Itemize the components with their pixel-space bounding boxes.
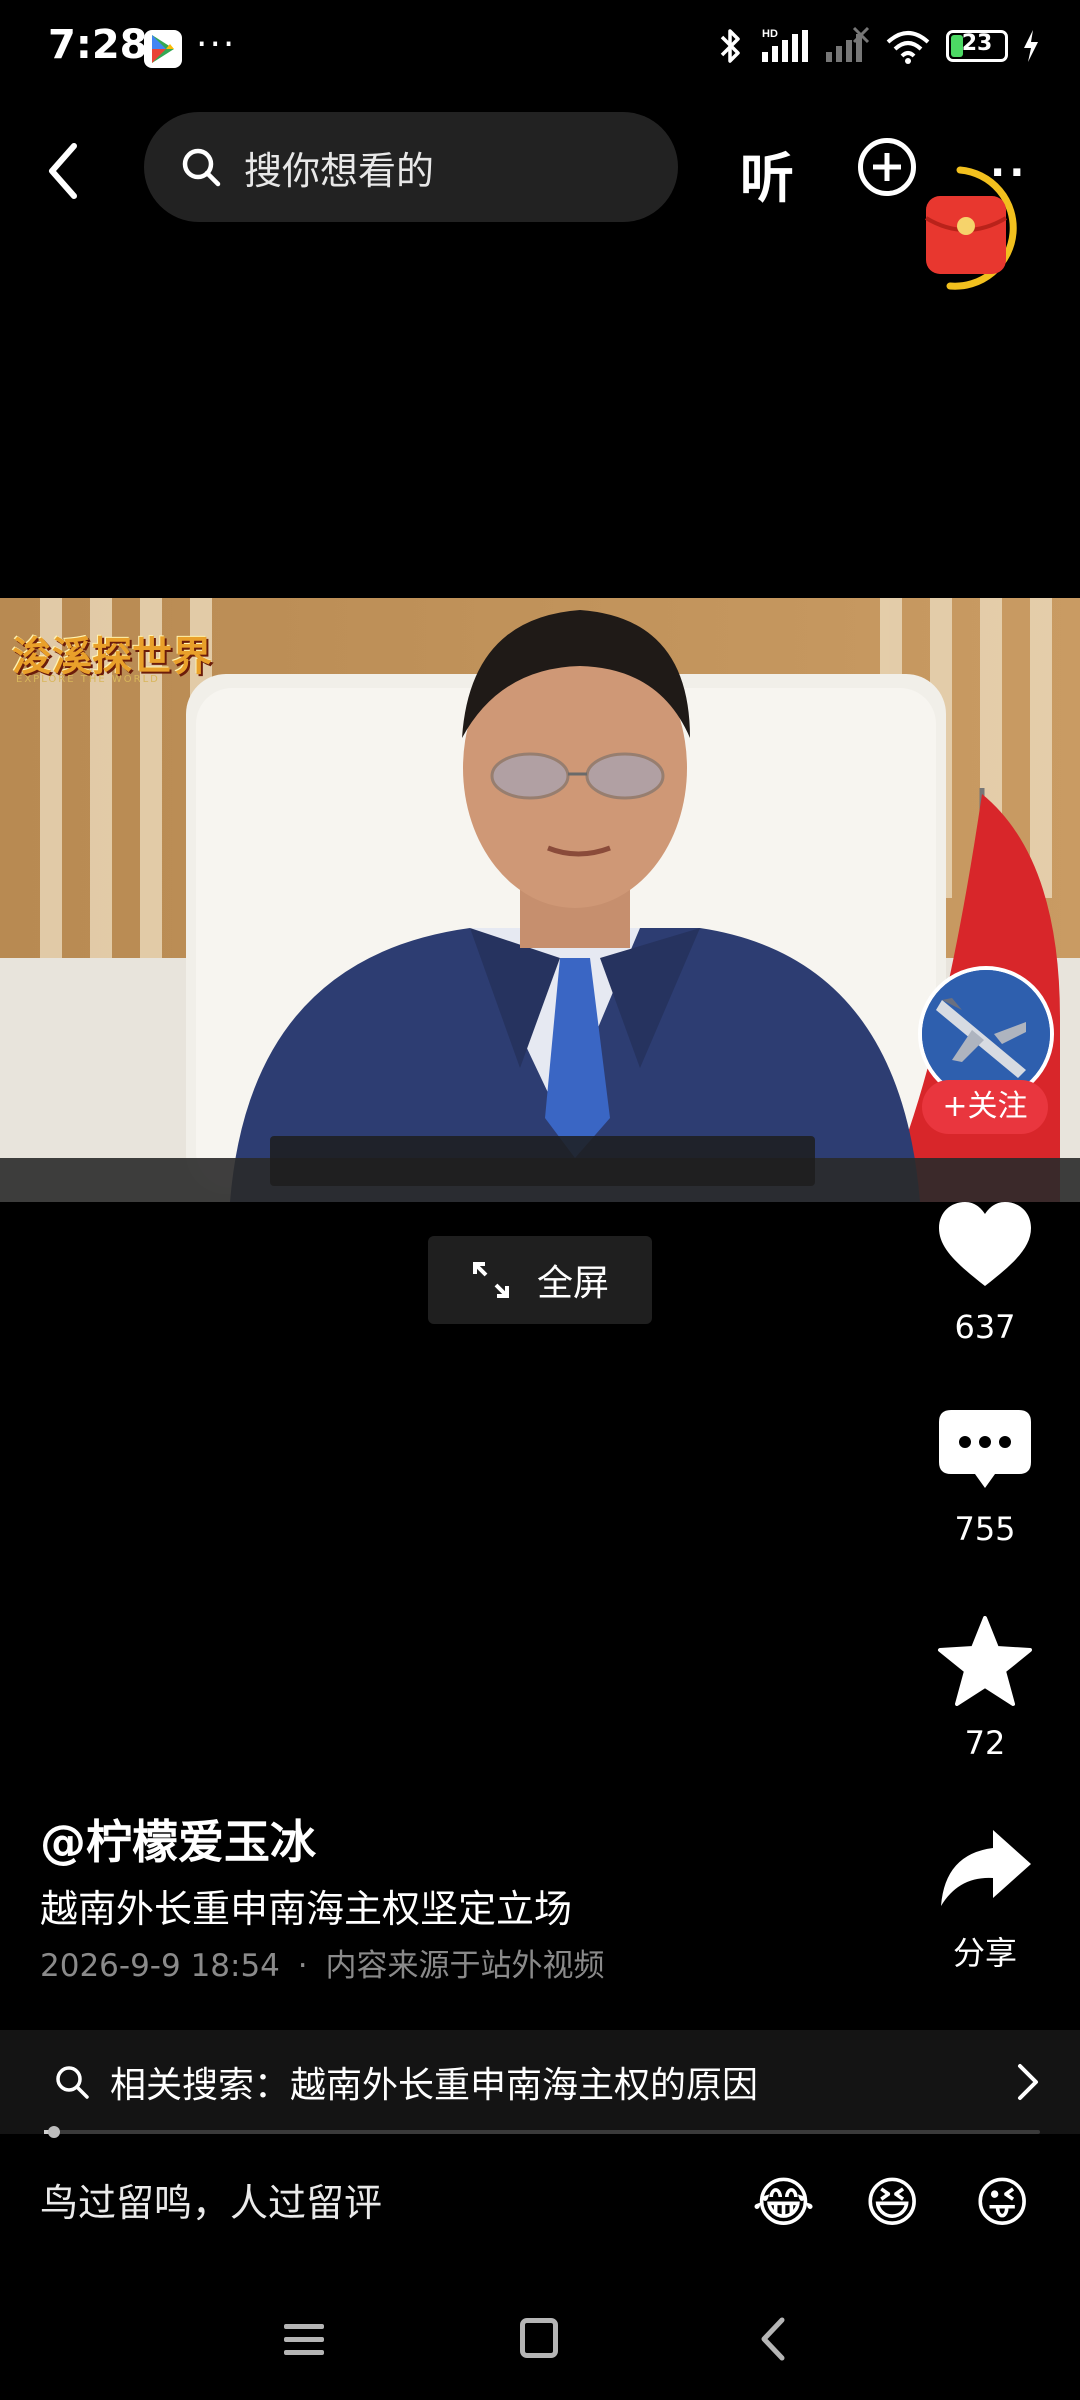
home-icon[interactable] <box>520 2318 558 2358</box>
system-navigation-bar <box>0 2290 1080 2400</box>
expand-icon <box>472 1262 509 1298</box>
back-arrow-icon <box>49 143 77 199</box>
heart-icon <box>939 1202 1031 1286</box>
author-name[interactable]: @柠檬爱玉冰 <box>40 1806 316 1872</box>
comment-input[interactable]: 鸟过留鸣，人过留评 <box>40 2172 382 2227</box>
video-title: 越南外长重申南海主权坚定立场 <box>40 1887 573 1931</box>
like-button[interactable]: 637 <box>920 1200 1050 1346</box>
wifi-icon <box>886 31 930 64</box>
like-count: 637 <box>954 1308 1016 1346</box>
video-watermark-subtitle: EXPLORE THE WORLD <box>16 674 160 685</box>
comment-bubble-icon <box>939 1410 1031 1488</box>
status-bar: 7:28 ··· HD 23 <box>0 0 1080 100</box>
add-icon[interactable] <box>858 138 916 196</box>
favorite-button[interactable]: 72 <box>920 1616 1050 1762</box>
emoji-grin[interactable]: 😆 <box>864 2172 920 2234</box>
share-button[interactable]: 分享 <box>920 1826 1050 1974</box>
back-button[interactable] <box>36 136 96 206</box>
share-arrow-icon <box>941 1830 1031 1906</box>
comment-count: 755 <box>954 1510 1016 1548</box>
status-more-icon: ··· <box>196 24 237 65</box>
top-nav: 搜你想看的 听 ·· <box>0 110 1080 230</box>
related-search-bar[interactable]: 相关搜索：越南外长重申南海主权的原因 <box>0 2030 1080 2134</box>
system-back-icon[interactable] <box>758 2316 788 2362</box>
signal-hd-icon: HD <box>762 28 808 62</box>
follow-button[interactable]: +关注 <box>922 1080 1048 1134</box>
play-store-icon <box>144 30 182 68</box>
video-player[interactable]: 浚溪探世界 EXPLORE THE WORLD <box>0 598 1080 1202</box>
meta-separator: · <box>297 1948 308 1984</box>
bluetooth-icon <box>720 29 740 63</box>
signal-weak-icon <box>826 26 870 62</box>
chevron-right-icon <box>1018 2064 1038 2100</box>
video-meta: 2026-9-9 18:54 · 内容来源于站外视频 <box>40 1940 604 1985</box>
share-label: 分享 <box>952 1934 1017 1972</box>
emoji-wink-tongue[interactable]: 😜 <box>974 2172 1030 2234</box>
progress-handle[interactable] <box>48 2126 60 2138</box>
search-placeholder: 搜你想看的 <box>244 148 435 193</box>
star-icon <box>938 1616 1032 1706</box>
related-search-text: 相关搜索：越南外长重申南海主权的原因 <box>110 2065 759 2106</box>
content-source: 内容来源于站外视频 <box>325 1948 605 1984</box>
favorite-count: 72 <box>964 1724 1006 1762</box>
red-packet-widget[interactable] <box>920 160 1040 300</box>
search-icon <box>182 148 221 187</box>
menu-icon[interactable] <box>282 2320 326 2360</box>
charging-icon <box>1024 30 1038 62</box>
emoji-laugh-cry[interactable]: 😂 <box>752 2172 815 2234</box>
video-progress-bar[interactable] <box>44 2126 1040 2138</box>
svg-text:HD: HD <box>762 28 778 40</box>
battery-level: 23 <box>961 31 993 56</box>
battery-icon: 23 <box>946 30 1008 62</box>
fullscreen-button[interactable]: 全屏 <box>428 1236 652 1324</box>
search-input[interactable]: 搜你想看的 <box>144 112 678 222</box>
fullscreen-label: 全屏 <box>536 1263 609 1304</box>
comment-button[interactable]: 755 <box>920 1408 1050 1548</box>
search-icon <box>56 2066 89 2099</box>
listen-button[interactable]: 听 <box>740 134 794 213</box>
post-date: 2026-9-9 18:54 <box>40 1948 280 1984</box>
status-time: 7:28 <box>48 22 148 68</box>
status-indicators: HD 23 <box>718 26 1040 66</box>
